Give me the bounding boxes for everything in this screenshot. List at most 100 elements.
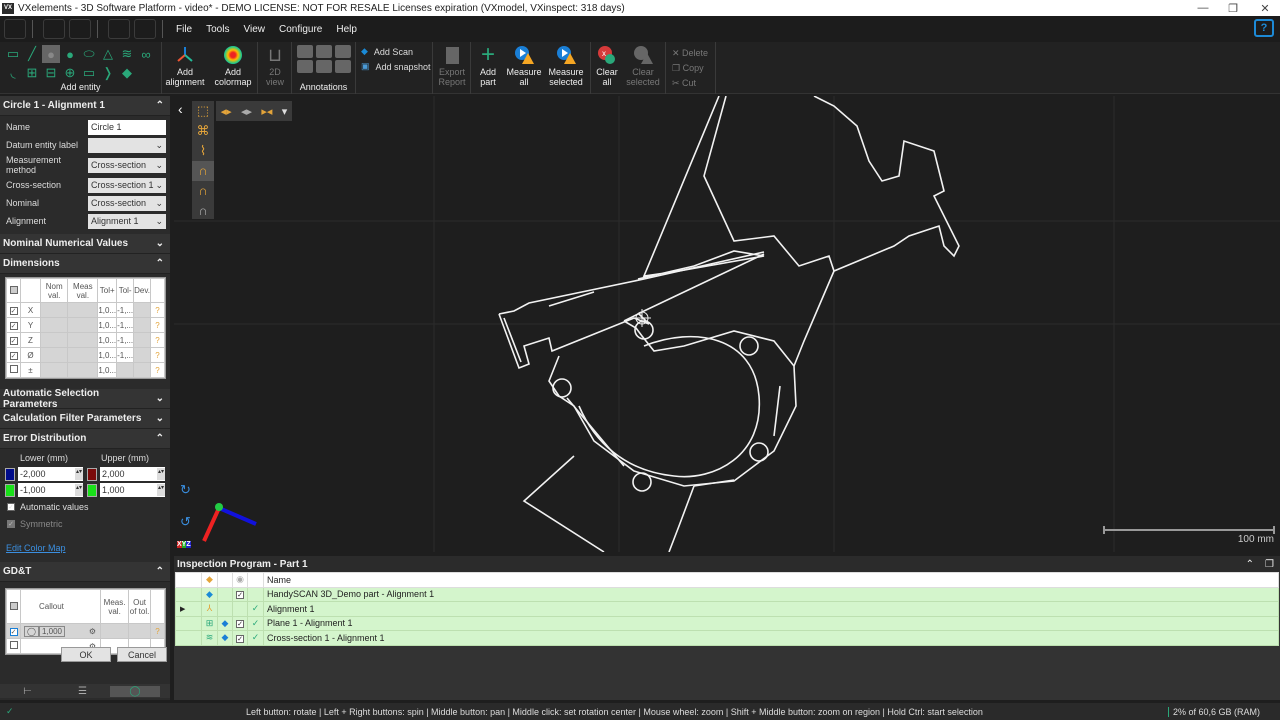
visibility-checkbox[interactable]: ✓ <box>232 615 248 631</box>
cross-section-select[interactable]: Cross-section 1 ⌄ <box>88 177 166 193</box>
collapse-panel-icon[interactable]: ‹ <box>178 101 183 117</box>
cone-entity-icon[interactable]: △ <box>99 45 117 63</box>
slot-entity-icon[interactable]: ⬭ <box>80 45 98 63</box>
arch-surface-icon[interactable]: ∩ <box>192 201 214 221</box>
save-icon[interactable] <box>69 19 91 39</box>
name-input[interactable]: Circle 1 <box>88 119 166 135</box>
dimensions-header[interactable]: Dimensions ⌃ <box>0 254 170 274</box>
float-window-icon[interactable]: ❐ <box>1265 559 1274 570</box>
visibility-checkbox[interactable] <box>232 601 248 617</box>
add-snapshot-button[interactable]: ▣ Add snapshot <box>361 61 431 72</box>
annotation-icon[interactable] <box>297 60 313 73</box>
spinner-icon[interactable]: ▴▾ <box>75 484 83 496</box>
tree-tab-icon[interactable]: ⊢ <box>0 686 55 697</box>
nom-val-cell[interactable] <box>39 302 69 318</box>
automatic-values-checkbox[interactable]: ✓ Automatic values <box>0 499 170 512</box>
tol-plus-cell[interactable]: 1,0... <box>97 302 118 318</box>
polyline-select-icon[interactable]: ⌇ <box>192 141 214 161</box>
nom-val-cell[interactable] <box>39 362 69 378</box>
arch-through-icon[interactable]: ∩ <box>192 181 214 201</box>
new-file-icon[interactable] <box>43 19 65 39</box>
annotation-icon[interactable] <box>316 60 332 73</box>
rotate-ccw-icon[interactable]: ↺ <box>180 514 191 530</box>
spinner-icon[interactable]: ▴▾ <box>75 468 83 480</box>
row-checkbox[interactable] <box>6 638 21 654</box>
restore-button[interactable]: ❐ <box>1218 0 1248 16</box>
lasso-select-icon[interactable]: ⌘ <box>192 121 214 141</box>
tol-plus-cell[interactable]: 1,0... <box>97 347 118 363</box>
row-checkbox[interactable]: ✓ <box>6 317 21 333</box>
tol-minus-cell[interactable] <box>116 362 135 378</box>
line-entity-icon[interactable]: ╱ <box>23 45 41 63</box>
upper1-color-swatch[interactable] <box>87 467 97 481</box>
3d-viewport[interactable]: ‹ ⬚ ⌘ ⌇ ∩ ∩ ∩ ◂▸ ◂▸ ▸◂ ▾ ↻ ↺ XYZ 100 mm <box>174 96 1280 552</box>
cross-section-entity-icon[interactable]: ≋ <box>118 45 136 63</box>
select-mode-icon[interactable]: ◂▸ <box>221 105 232 118</box>
tol-plus-cell[interactable]: 1,0... <box>97 362 118 378</box>
menu-configure[interactable]: Configure <box>272 24 329 35</box>
gdt-row[interactable]: ✓ ◯ 1,000 ⚙ ? <box>6 623 165 639</box>
list-tab-icon[interactable]: ☰ <box>55 686 110 697</box>
menu-view[interactable]: View <box>236 24 272 35</box>
upper2-color-swatch[interactable] <box>87 483 97 497</box>
curve-entity-icon[interactable]: ◟ <box>4 64 22 82</box>
properties-tab-icon[interactable]: ◯ <box>110 685 160 697</box>
dimension-row[interactable]: ✓ Ø 1,0... -1,... ? <box>6 347 165 363</box>
row-checkbox[interactable] <box>6 362 21 378</box>
row-checkbox[interactable]: ✓ <box>6 623 21 639</box>
dropdown-icon[interactable]: ▾ <box>282 105 288 118</box>
rectangle-select-icon[interactable]: ⬚ <box>192 101 214 121</box>
spinner-icon[interactable]: ▴▾ <box>157 484 165 496</box>
tol-plus-cell[interactable]: 1,0... <box>97 332 118 348</box>
symmetric-checkbox[interactable]: ✓ Symmetric <box>0 512 170 529</box>
pattern-entity-icon[interactable]: ∞ <box>137 45 155 63</box>
invert-mode-icon[interactable]: ▸◂ <box>261 105 272 118</box>
help-icon[interactable]: ? <box>1254 19 1274 37</box>
tol-minus-cell[interactable]: -1,... <box>116 302 135 318</box>
cylinder-entity-icon[interactable]: ⊟ <box>42 64 60 82</box>
dimension-row[interactable]: ± 1,0... ? <box>6 362 165 378</box>
upper1-input[interactable]: 2,000 ▴▾ <box>100 467 165 481</box>
calc-filter-header[interactable]: Calculation Filter Parameters ⌄ <box>0 409 170 429</box>
nominal-values-header[interactable]: Nominal Numerical Values ⌄ <box>0 234 170 254</box>
dimension-row[interactable]: ✓ X 1,0... -1,... ? <box>6 302 165 318</box>
dimension-row[interactable]: ✓ Y 1,0... -1,... ? <box>6 317 165 333</box>
callout-cell[interactable]: ◯ 1,000 ⚙ <box>20 623 101 639</box>
annotation-icon[interactable] <box>316 45 332 58</box>
error-distribution-header[interactable]: Error Distribution ⌃ <box>0 429 170 449</box>
distance-entity-icon[interactable]: ▭ <box>4 45 22 63</box>
cancel-button[interactable]: Cancel <box>117 647 167 662</box>
lower1-input[interactable]: -2,000 ▴▾ <box>18 467 83 481</box>
nom-val-cell[interactable] <box>39 332 69 348</box>
nom-val-cell[interactable] <box>39 347 69 363</box>
visibility-checkbox[interactable]: ✓ <box>232 630 248 646</box>
method-select[interactable]: Cross-section ⌄ <box>88 157 166 173</box>
inspection-row[interactable]: ⊞ ◆ ✓ ✓ Plane 1 - Alignment 1 <box>175 615 1279 631</box>
point-entity-icon[interactable]: ● <box>61 45 79 63</box>
nom-val-cell[interactable] <box>39 317 69 333</box>
deselect-mode-icon[interactable]: ◂▸ <box>241 105 252 118</box>
plane-entity-icon[interactable]: ⊞ <box>23 64 41 82</box>
expand-arrow-icon[interactable]: ▶ <box>175 601 202 617</box>
redo-icon[interactable] <box>134 19 156 39</box>
select-all-checkbox[interactable] <box>6 589 21 624</box>
circle-entity-icon[interactable]: ● <box>42 45 60 63</box>
tol-minus-cell[interactable]: -1,... <box>116 317 135 333</box>
row-checkbox[interactable]: ✓ <box>6 347 21 363</box>
inspection-row[interactable]: ▶ ⅄ ✓ Alignment 1 <box>175 601 1279 617</box>
close-button[interactable]: ✕ <box>1250 0 1280 16</box>
arch-select-icon[interactable]: ∩ <box>192 161 214 181</box>
datum-select[interactable]: ⌄ <box>88 137 166 153</box>
menu-tools[interactable]: Tools <box>199 24 236 35</box>
arc-entity-icon[interactable]: ❭ <box>99 64 117 82</box>
inspection-row[interactable]: ≋ ◆ ✓ ✓ Cross-section 1 - Alignment 1 <box>175 630 1279 646</box>
undo-icon[interactable] <box>108 19 130 39</box>
sphere-entity-icon[interactable]: ⊕ <box>61 64 79 82</box>
tol-minus-cell[interactable]: -1,... <box>116 332 135 348</box>
select-all-checkbox[interactable] <box>6 278 21 303</box>
tol-minus-cell[interactable]: -1,... <box>116 347 135 363</box>
gdt-header[interactable]: GD&T ⌃ <box>0 562 170 582</box>
row-checkbox[interactable]: ✓ <box>6 332 21 348</box>
entity-header[interactable]: Circle 1 - Alignment 1 ⌃ <box>0 96 170 116</box>
lower2-color-swatch[interactable] <box>5 483 15 497</box>
